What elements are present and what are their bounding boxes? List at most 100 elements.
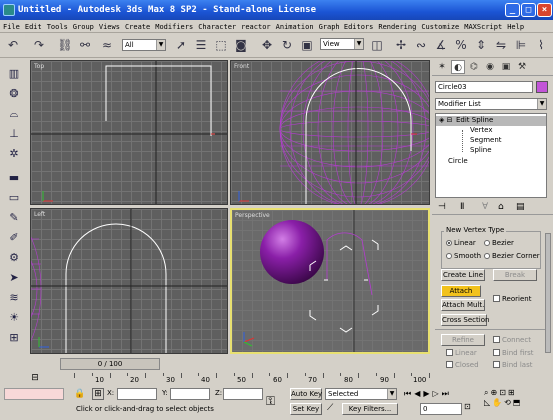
viewport-perspective[interactable]: Perspective — [230, 208, 430, 354]
selection-filter-dropdown[interactable]: All ▼ — [122, 39, 166, 51]
fillet-icon[interactable]: ⌓ — [6, 106, 22, 122]
asterisk-icon[interactable]: ✲ — [6, 146, 22, 162]
utilities-tab-icon[interactable]: ⚒ — [515, 60, 529, 74]
bind-space-warp-icon[interactable]: ≈ — [98, 36, 116, 54]
zoom-all-icon[interactable]: ⊕ — [490, 388, 499, 397]
make-unique-icon[interactable]: ∀ — [482, 202, 488, 212]
select-by-name-icon[interactable]: ☰ — [192, 36, 210, 54]
linear-checkbox[interactable]: Linear — [446, 348, 477, 358]
menu-create[interactable]: Create — [122, 20, 152, 32]
display-icon[interactable]: ▬ — [6, 170, 22, 186]
stack-item-circle[interactable]: Circle — [448, 157, 468, 166]
current-frame-field[interactable]: 0 — [420, 403, 462, 415]
play-icon[interactable]: ▶ — [423, 389, 432, 398]
minimize-button[interactable]: _ — [505, 3, 520, 17]
paint-icon[interactable]: ✎ — [6, 210, 22, 226]
auto-key-button[interactable]: Auto Key — [290, 388, 322, 400]
bezier-corner-radio[interactable]: Bezier Corner — [484, 251, 540, 261]
motion-tab-icon[interactable]: ◉ — [483, 60, 497, 74]
go-to-start-icon[interactable]: ⏮ — [404, 389, 414, 398]
refine-button[interactable]: Refine — [441, 334, 485, 346]
show-end-result-icon[interactable]: Ⅱ — [460, 202, 464, 212]
field-of-view-icon[interactable]: ◺ — [484, 398, 492, 407]
reorient-checkbox[interactable]: Reorient — [493, 294, 531, 304]
window-crossing-icon[interactable]: ◙ — [232, 36, 250, 54]
display-tab-icon[interactable]: ▣ — [499, 60, 513, 74]
z-coordinate-field[interactable] — [223, 388, 263, 400]
menu-group[interactable]: Group — [70, 20, 96, 32]
menu-file[interactable]: File — [0, 20, 22, 32]
menu-character[interactable]: Character — [195, 20, 238, 32]
tab-panel-icon[interactable]: ▥ — [6, 66, 22, 82]
bezier-radio[interactable]: Bezier — [484, 238, 514, 248]
menu-maxscript[interactable]: MAXScript — [461, 20, 504, 32]
next-frame-icon[interactable]: ▷ — [433, 389, 442, 398]
cursor-icon[interactable]: ➤ — [6, 270, 22, 286]
viewport-label-perspective[interactable]: Perspective — [235, 212, 270, 219]
soft-select-icon[interactable]: ❂ — [6, 86, 22, 102]
mirror-icon[interactable]: ⇋ — [492, 36, 510, 54]
viewport-front[interactable]: Front — [230, 60, 430, 205]
default-tangent-icon[interactable]: ⟋ — [327, 403, 333, 413]
angle-snap-icon[interactable]: ∡ — [432, 36, 450, 54]
select-and-rotate-icon[interactable]: ↻ — [278, 36, 296, 54]
key-selection-dropdown[interactable]: Selected ▼ — [325, 388, 397, 400]
y-coordinate-field[interactable] — [170, 388, 210, 400]
maximize-viewport-icon[interactable]: ⬒ — [513, 398, 523, 407]
mini-curve-editor-icon[interactable]: ⊟ — [28, 372, 42, 384]
absolute-mode-icon[interactable]: ⊞ — [92, 388, 104, 400]
modify-tab-icon[interactable]: ◐ — [451, 60, 465, 74]
closed-checkbox[interactable]: Closed — [446, 360, 479, 370]
configure-sets-icon[interactable]: ▤ — [516, 202, 525, 212]
zoom-extents-icon[interactable]: ⊡ — [499, 388, 508, 397]
bind-first-checkbox[interactable]: Bind first — [493, 348, 534, 358]
unlink-icon[interactable]: ⚯ — [76, 36, 94, 54]
menu-reactor[interactable]: reactor — [238, 20, 273, 32]
smooth-radio[interactable]: Smooth — [446, 251, 481, 261]
stack-item-edit-spline[interactable]: Edit Spline — [456, 116, 493, 125]
stack-item-spline[interactable]: Spline — [470, 146, 492, 155]
create-tab-icon[interactable]: ✶ — [435, 60, 449, 74]
break-button[interactable]: Break — [493, 269, 537, 281]
menu-animation[interactable]: Animation — [273, 20, 316, 32]
close-button[interactable]: × — [537, 3, 552, 17]
pivot-center-icon[interactable]: ◫ — [368, 36, 386, 54]
menu-graph-editors[interactable]: Graph Editors — [316, 20, 376, 32]
pan-icon[interactable]: ✋ — [492, 398, 504, 407]
create-line-button[interactable]: Create Line — [441, 269, 485, 281]
gear-icon[interactable]: ⚙ — [6, 250, 22, 266]
reference-coordinate-dropdown[interactable]: View ▼ — [320, 38, 364, 50]
stack-item-vertex[interactable]: Vertex — [470, 126, 493, 135]
key-mode-icon[interactable]: ⚿ — [266, 394, 275, 409]
time-ruler[interactable]: 10 20 30 40 50 60 70 80 90 100 — [70, 358, 432, 386]
x-coordinate-field[interactable] — [117, 388, 157, 400]
viewport-label-left[interactable]: Left — [34, 211, 45, 218]
select-and-link-icon[interactable]: ⛓ — [56, 36, 74, 54]
wave-icon[interactable]: ≋ — [6, 290, 22, 306]
menu-edit[interactable]: Edit — [22, 20, 44, 32]
bind-last-checkbox[interactable]: Bind last — [493, 360, 532, 370]
align-tool-icon[interactable]: ⊥ — [6, 126, 22, 142]
flat-icon[interactable]: ▭ — [6, 190, 22, 206]
panel-scrollbar[interactable] — [545, 233, 551, 353]
key-filters-button[interactable]: Key Filters... — [342, 403, 398, 415]
select-object-icon[interactable]: ➚ — [172, 36, 190, 54]
modifier-list-dropdown[interactable]: Modifier List ▼ — [435, 98, 547, 110]
attach-button[interactable]: Attach — [441, 285, 481, 297]
menu-help[interactable]: Help — [504, 20, 526, 32]
snap-toggle-icon[interactable]: ∾ — [412, 36, 430, 54]
viewport-label-top[interactable]: Top — [34, 63, 44, 70]
viewport-top[interactable]: Top — [30, 60, 228, 205]
align-icon[interactable]: ⊫ — [512, 36, 530, 54]
object-name-field[interactable]: Circle03 — [435, 81, 533, 93]
spinner-snap-icon[interactable]: ⇕ — [472, 36, 490, 54]
viewport-label-front[interactable]: Front — [234, 63, 249, 70]
menu-views[interactable]: Views — [96, 20, 122, 32]
remove-modifier-icon[interactable]: ⌂ — [498, 202, 504, 212]
pin-stack-icon[interactable]: ⊣ — [438, 202, 446, 212]
curve-editor-icon[interactable]: ⌇ — [532, 36, 550, 54]
maximize-button[interactable]: □ — [521, 3, 536, 17]
time-configuration-icon[interactable]: ⊡ — [464, 402, 471, 411]
select-and-move-icon[interactable]: ✥ — [258, 36, 276, 54]
object-color-swatch[interactable] — [536, 81, 548, 93]
